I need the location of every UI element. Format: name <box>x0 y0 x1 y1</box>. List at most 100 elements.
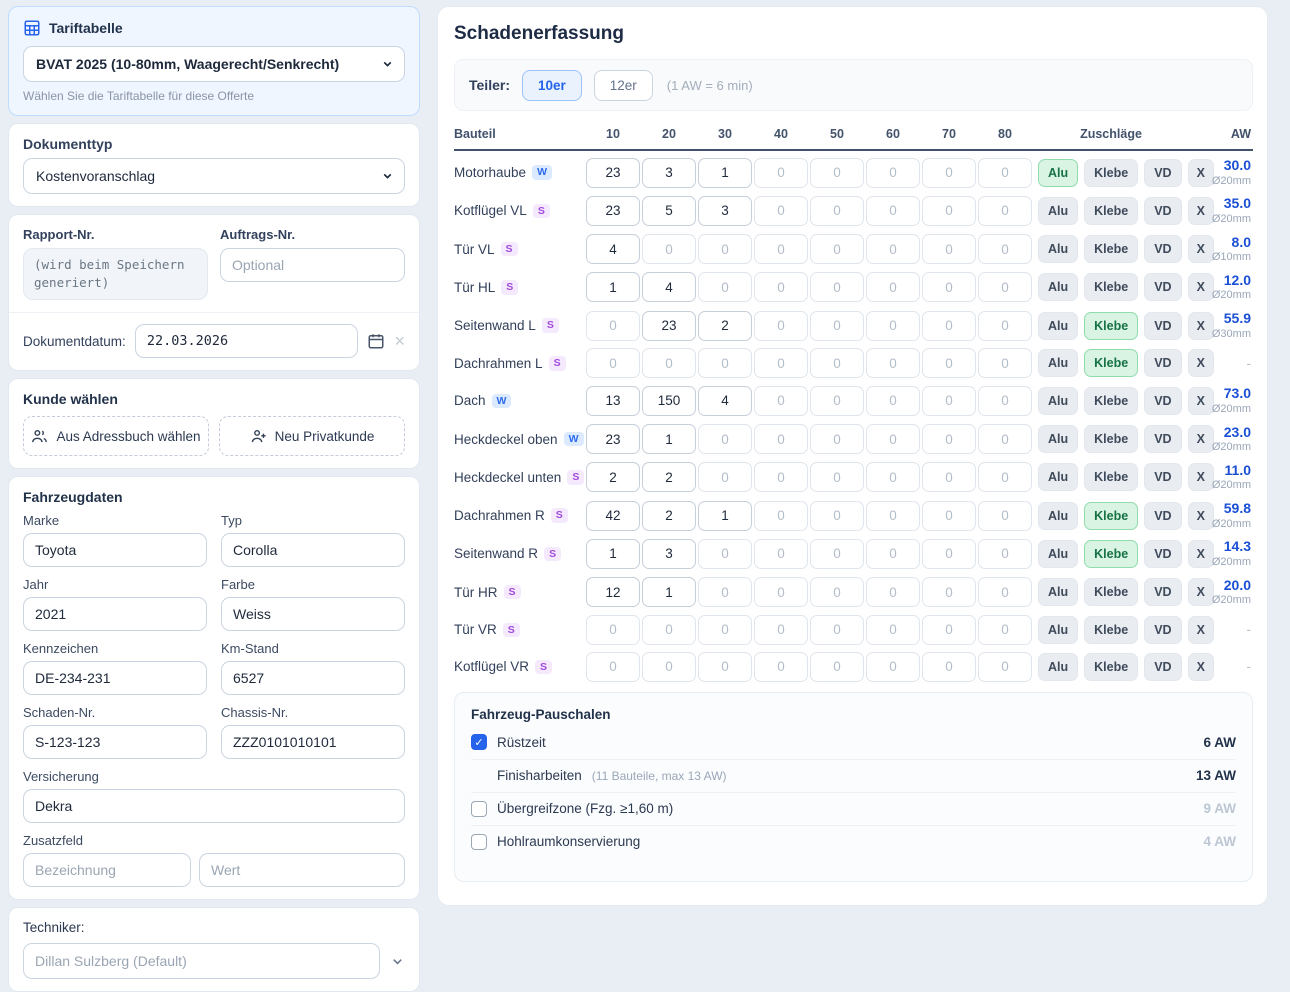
count-input-10mm[interactable] <box>586 652 640 682</box>
zuschlag-alu-button[interactable]: Alu <box>1038 387 1078 415</box>
zuschlag-alu-button[interactable]: Alu <box>1038 502 1078 530</box>
count-input-10mm[interactable] <box>586 615 640 645</box>
zuschlag-klebe-button[interactable]: Klebe <box>1084 540 1138 568</box>
teiler-10-button[interactable]: 10er <box>522 70 582 101</box>
count-input-20mm[interactable] <box>642 196 696 226</box>
tariff-select[interactable]: BVAT 2025 (10-80mm, Waagerecht/Senkrecht… <box>23 46 405 82</box>
count-input-80mm[interactable] <box>978 539 1032 569</box>
count-input-60mm[interactable] <box>866 386 920 416</box>
count-input-30mm[interactable] <box>698 539 752 569</box>
count-input-40mm[interactable] <box>754 615 808 645</box>
zuschlag-alu-button[interactable]: Alu <box>1038 578 1078 606</box>
count-input-40mm[interactable] <box>754 386 808 416</box>
zuschlag-klebe-button[interactable]: Klebe <box>1084 616 1138 644</box>
zuschlag-vd-button[interactable]: VD <box>1144 653 1181 681</box>
count-input-30mm[interactable] <box>698 462 752 492</box>
zuschlag-klebe-button[interactable]: Klebe <box>1084 653 1138 681</box>
vehicle-field-input[interactable] <box>23 661 207 695</box>
count-input-20mm[interactable] <box>642 615 696 645</box>
count-input-40mm[interactable] <box>754 234 808 264</box>
zuschlag-klebe-button[interactable]: Klebe <box>1084 312 1138 340</box>
zuschlag-vd-button[interactable]: VD <box>1144 235 1181 263</box>
zuschlag-vd-button[interactable]: VD <box>1144 387 1181 415</box>
count-input-60mm[interactable] <box>866 272 920 302</box>
count-input-20mm[interactable] <box>642 424 696 454</box>
vehicle-field-input[interactable] <box>23 533 207 567</box>
count-input-70mm[interactable] <box>922 386 976 416</box>
zuschlag-vd-button[interactable]: VD <box>1144 197 1181 225</box>
count-input-40mm[interactable] <box>754 158 808 188</box>
count-input-30mm[interactable] <box>698 386 752 416</box>
insurance-input[interactable] <box>23 789 405 823</box>
zuschlag-vd-button[interactable]: VD <box>1144 425 1181 453</box>
zusatz-value-input[interactable] <box>199 853 405 887</box>
count-input-30mm[interactable] <box>698 615 752 645</box>
count-input-70mm[interactable] <box>922 539 976 569</box>
count-input-20mm[interactable] <box>642 539 696 569</box>
count-input-60mm[interactable] <box>866 234 920 264</box>
count-input-30mm[interactable] <box>698 234 752 264</box>
count-input-10mm[interactable] <box>586 158 640 188</box>
zuschlag-klebe-button[interactable]: Klebe <box>1084 463 1138 491</box>
count-input-50mm[interactable] <box>810 539 864 569</box>
count-input-80mm[interactable] <box>978 501 1032 531</box>
count-input-60mm[interactable] <box>866 424 920 454</box>
vehicle-field-input[interactable] <box>221 661 405 695</box>
technician-select[interactable]: Dillan Sulzberg (Default) <box>23 943 380 979</box>
count-input-70mm[interactable] <box>922 424 976 454</box>
zuschlag-klebe-button[interactable]: Klebe <box>1084 387 1138 415</box>
count-input-10mm[interactable] <box>586 424 640 454</box>
count-input-20mm[interactable] <box>642 386 696 416</box>
zuschlag-klebe-button[interactable]: Klebe <box>1084 425 1138 453</box>
count-input-70mm[interactable] <box>922 577 976 607</box>
count-input-70mm[interactable] <box>922 615 976 645</box>
zuschlag-klebe-button[interactable]: Klebe <box>1084 349 1138 377</box>
count-input-60mm[interactable] <box>866 577 920 607</box>
zuschlag-vd-button[interactable]: VD <box>1144 578 1181 606</box>
count-input-10mm[interactable] <box>586 234 640 264</box>
count-input-10mm[interactable] <box>586 386 640 416</box>
count-input-80mm[interactable] <box>978 462 1032 492</box>
count-input-80mm[interactable] <box>978 196 1032 226</box>
pauschale-checkbox[interactable] <box>471 801 487 817</box>
count-input-40mm[interactable] <box>754 652 808 682</box>
count-input-20mm[interactable] <box>642 577 696 607</box>
count-input-10mm[interactable] <box>586 348 640 378</box>
count-input-70mm[interactable] <box>922 501 976 531</box>
count-input-50mm[interactable] <box>810 462 864 492</box>
count-input-10mm[interactable] <box>586 311 640 341</box>
count-input-40mm[interactable] <box>754 424 808 454</box>
count-input-50mm[interactable] <box>810 158 864 188</box>
zuschlag-vd-button[interactable]: VD <box>1144 312 1181 340</box>
zuschlag-alu-button[interactable]: Alu <box>1038 349 1078 377</box>
count-input-50mm[interactable] <box>810 424 864 454</box>
count-input-30mm[interactable] <box>698 196 752 226</box>
pauschale-checkbox[interactable] <box>471 834 487 850</box>
new-private-customer-button[interactable]: Neu Privatkunde <box>219 416 405 456</box>
vehicle-field-input[interactable] <box>221 533 405 567</box>
count-input-50mm[interactable] <box>810 501 864 531</box>
count-input-50mm[interactable] <box>810 311 864 341</box>
count-input-10mm[interactable] <box>586 577 640 607</box>
document-type-select[interactable]: Kostenvoranschlag <box>23 158 405 194</box>
count-input-50mm[interactable] <box>810 652 864 682</box>
count-input-30mm[interactable] <box>698 424 752 454</box>
count-input-60mm[interactable] <box>866 311 920 341</box>
count-input-10mm[interactable] <box>586 196 640 226</box>
count-input-70mm[interactable] <box>922 234 976 264</box>
zuschlag-klebe-button[interactable]: Klebe <box>1084 235 1138 263</box>
zuschlag-alu-button[interactable]: Alu <box>1038 540 1078 568</box>
count-input-50mm[interactable] <box>810 348 864 378</box>
count-input-60mm[interactable] <box>866 652 920 682</box>
zuschlag-alu-button[interactable]: Alu <box>1038 425 1078 453</box>
count-input-70mm[interactable] <box>922 196 976 226</box>
count-input-10mm[interactable] <box>586 501 640 531</box>
count-input-80mm[interactable] <box>978 652 1032 682</box>
count-input-70mm[interactable] <box>922 158 976 188</box>
count-input-20mm[interactable] <box>642 501 696 531</box>
count-input-60mm[interactable] <box>866 348 920 378</box>
count-input-30mm[interactable] <box>698 652 752 682</box>
chevron-down-icon[interactable] <box>390 954 405 969</box>
zuschlag-klebe-button[interactable]: Klebe <box>1084 197 1138 225</box>
count-input-70mm[interactable] <box>922 272 976 302</box>
